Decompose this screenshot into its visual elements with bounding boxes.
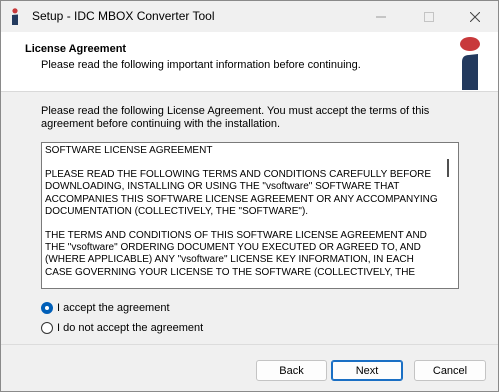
license-text: SOFTWARE LICENSE AGREEMENT PLEASE READ T… <box>45 145 440 288</box>
close-icon <box>470 11 480 22</box>
license-textbox[interactable]: SOFTWARE LICENSE AGREEMENT PLEASE READ T… <box>41 142 459 289</box>
accept-label: I accept the agreement <box>57 302 170 314</box>
page-subtitle: Please read the following important info… <box>41 59 361 71</box>
license-paragraph: THE TERMS AND CONDITIONS OF THIS SOFTWAR… <box>45 230 427 278</box>
back-button[interactable]: Back <box>256 360 327 381</box>
license-heading: SOFTWARE LICENSE AGREEMENT <box>45 145 213 156</box>
decline-radio[interactable]: I do not accept the agreement <box>41 322 203 334</box>
accept-radio[interactable]: I accept the agreement <box>41 302 170 314</box>
license-paragraph: PLEASE READ THE FOLLOWING TERMS AND COND… <box>45 169 438 217</box>
wizard-header: License Agreement Please read the follow… <box>1 32 498 92</box>
close-button[interactable] <box>452 1 498 32</box>
setup-window: Setup - IDC MBOX Converter Tool License … <box>0 0 499 392</box>
minimize-icon <box>376 16 386 17</box>
app-icon <box>12 8 18 25</box>
license-instructions: Please read the following License Agreem… <box>41 105 430 130</box>
footer-divider <box>1 344 498 345</box>
window-title: Setup - IDC MBOX Converter Tool <box>32 9 215 23</box>
maximize-icon <box>424 11 434 22</box>
minimize-button[interactable] <box>358 1 404 32</box>
scrollbar-thumb[interactable] <box>447 159 449 177</box>
radio-selected-icon[interactable] <box>41 302 53 314</box>
radio-unselected-icon[interactable] <box>41 322 53 334</box>
title-bar: Setup - IDC MBOX Converter Tool <box>1 1 498 32</box>
page-title: License Agreement <box>25 43 127 55</box>
cancel-button[interactable]: Cancel <box>414 360 486 381</box>
decline-label: I do not accept the agreement <box>57 322 204 334</box>
next-button[interactable]: Next <box>331 360 403 381</box>
maximize-button[interactable] <box>406 1 452 32</box>
idc-logo-icon <box>460 37 480 90</box>
